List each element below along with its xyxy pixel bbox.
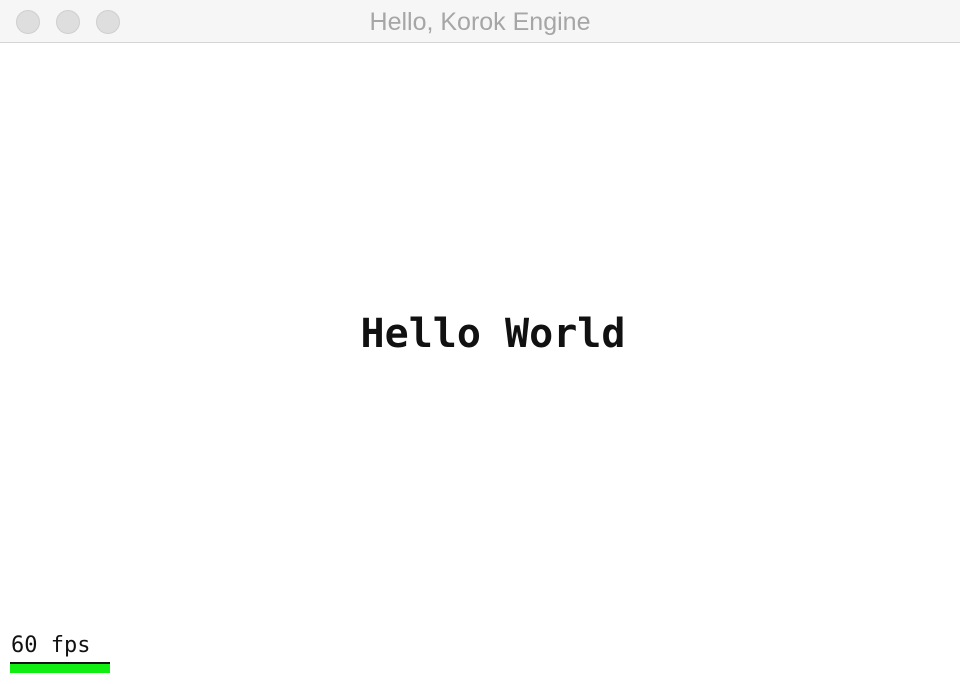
fps-bar-baseline — [10, 662, 110, 664]
hello-world-text: Hello World — [360, 311, 626, 357]
fps-counter-label: 60 fps — [11, 633, 91, 658]
window-title: Hello, Korok Engine — [369, 8, 591, 36]
fps-bar — [10, 662, 110, 673]
title-bar[interactable]: Hello, Korok Engine — [0, 0, 960, 43]
app-window: Hello, Korok Engine Hello World 60 fps — [0, 0, 960, 684]
render-canvas[interactable]: Hello World 60 fps — [0, 43, 960, 684]
